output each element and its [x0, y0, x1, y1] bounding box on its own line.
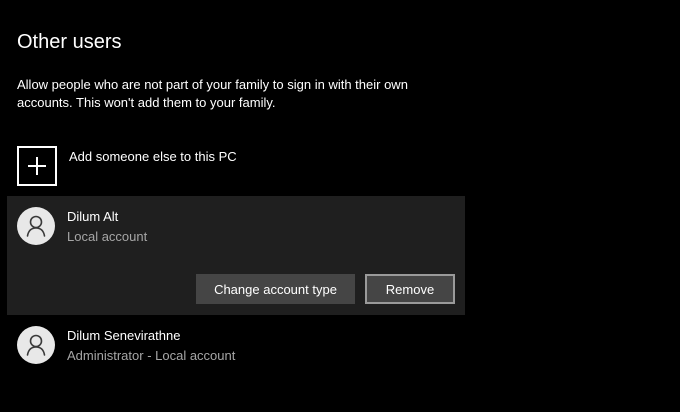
person-icon: [17, 207, 55, 245]
user-name: Dilum Senevirathne: [67, 328, 181, 343]
plus-icon: [17, 146, 57, 186]
user-name: Dilum Alt: [67, 209, 119, 224]
user-item[interactable]: Dilum Alt Local account: [17, 207, 147, 246]
add-someone-else-label: Add someone else to this PC: [69, 149, 237, 164]
section-title: Other users: [17, 31, 122, 53]
user-card-selected[interactable]: Dilum Alt Local account Change account t…: [7, 196, 465, 315]
user-item[interactable]: Dilum Senevirathne Administrator - Local…: [17, 326, 235, 365]
user-account-type: Local account: [67, 229, 148, 244]
change-account-type-button[interactable]: Change account type: [196, 274, 355, 304]
other-users-page: Other users Allow people who are not par…: [0, 0, 680, 412]
remove-button[interactable]: Remove: [365, 274, 455, 304]
person-icon: [17, 326, 55, 364]
user-account-type: Administrator - Local account: [67, 348, 236, 363]
add-someone-else-button[interactable]: Add someone else to this PC: [17, 146, 237, 186]
section-description: Allow people who are not part of your fa…: [17, 77, 408, 110]
